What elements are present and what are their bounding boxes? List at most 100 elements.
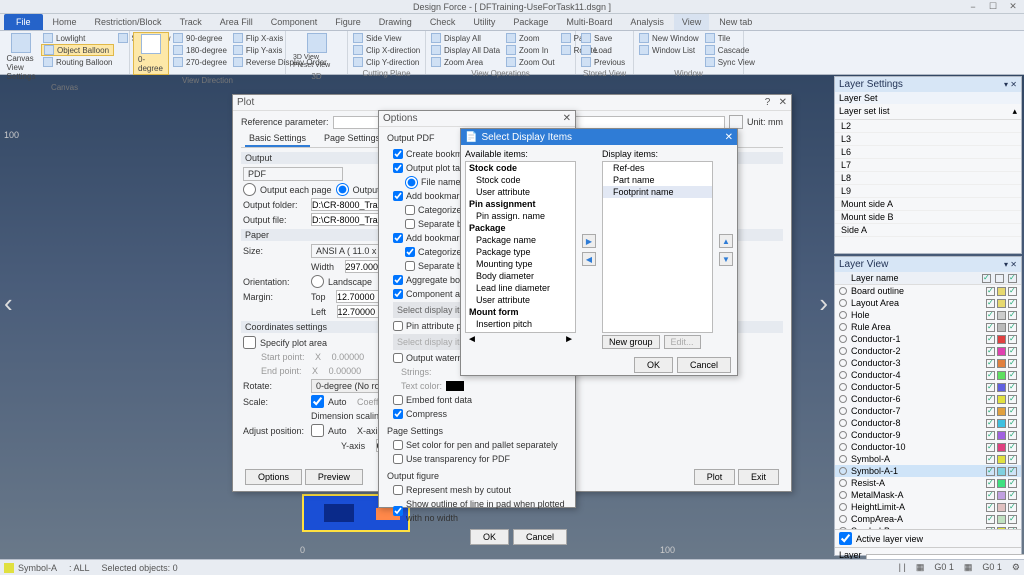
tab-component[interactable]: Component bbox=[263, 14, 326, 30]
available-item[interactable]: Stock code bbox=[466, 174, 575, 186]
3d-preset-button[interactable]: 3D View Preset View bbox=[289, 32, 344, 71]
180-degree-button[interactable]: 180-degree bbox=[171, 44, 229, 56]
display-item[interactable]: Ref-des bbox=[603, 162, 712, 174]
layer-view-row[interactable]: Conductor-9 bbox=[835, 429, 1021, 441]
tab-check[interactable]: Check bbox=[422, 14, 464, 30]
tab-new[interactable]: New tab bbox=[711, 14, 760, 30]
available-item[interactable]: Package name bbox=[466, 234, 575, 246]
tab-areafill[interactable]: Area Fill bbox=[212, 14, 261, 30]
move-right-icon[interactable]: ▶ bbox=[582, 234, 596, 248]
display-all-button[interactable]: Display All bbox=[429, 32, 502, 44]
tab-view[interactable]: View bbox=[674, 14, 709, 30]
panel-dropdown-icon[interactable]: ▾ ✕ bbox=[1004, 260, 1017, 269]
move-left-icon[interactable]: ◀ bbox=[582, 252, 596, 266]
transparency-check[interactable] bbox=[393, 454, 403, 464]
available-item[interactable]: Insertion pitch bbox=[466, 318, 575, 330]
zoom-area-button[interactable]: Zoom Area bbox=[429, 56, 502, 68]
filename-radio[interactable] bbox=[405, 176, 418, 189]
options-ok-button[interactable]: OK bbox=[470, 529, 509, 545]
tab-analysis[interactable]: Analysis bbox=[622, 14, 672, 30]
tab-utility[interactable]: Utility bbox=[465, 14, 503, 30]
zoom-in-button[interactable]: Zoom In bbox=[504, 44, 557, 56]
270-degree-button[interactable]: 270-degree bbox=[171, 56, 229, 68]
sep1-check[interactable] bbox=[405, 219, 415, 229]
move-down-icon[interactable]: ▼ bbox=[719, 252, 733, 266]
sync-view-button[interactable]: Sync View bbox=[703, 56, 757, 68]
display-item[interactable]: Part name bbox=[603, 174, 712, 186]
new-window-button[interactable]: New Window bbox=[637, 32, 701, 44]
layer-view-row[interactable]: Conductor-2 bbox=[835, 345, 1021, 357]
layer-view-row[interactable]: CompArea-A bbox=[835, 513, 1021, 525]
agg-check[interactable] bbox=[393, 275, 403, 285]
available-item[interactable]: Package type bbox=[466, 246, 575, 258]
new-group-button[interactable]: New group bbox=[602, 335, 660, 349]
layer-set-sort-icon[interactable]: ▴ bbox=[1012, 106, 1017, 117]
compress-check[interactable] bbox=[393, 409, 403, 419]
layer-set-row[interactable]: L3 bbox=[835, 133, 1021, 146]
plot-button[interactable]: Plot bbox=[694, 469, 736, 485]
layer-view-row[interactable]: Symbol-B bbox=[835, 525, 1021, 529]
load-view-button[interactable]: Load bbox=[579, 44, 627, 56]
layer-set-row[interactable]: Side A bbox=[835, 224, 1021, 237]
specify-plot-area-check[interactable] bbox=[243, 336, 256, 349]
available-items-list[interactable]: Stock codeStock codeUser attributePin as… bbox=[465, 161, 576, 333]
layer-view-row[interactable]: Symbol-A-1 bbox=[835, 465, 1021, 477]
output-format-select[interactable]: PDF bbox=[243, 167, 343, 181]
preview-button[interactable]: Preview bbox=[305, 469, 363, 485]
sdi-cancel-button[interactable]: Cancel bbox=[677, 357, 731, 373]
options-button[interactable]: Options bbox=[245, 469, 302, 485]
zoom-button[interactable]: Zoom bbox=[504, 32, 557, 44]
available-item[interactable]: Body diameter bbox=[466, 270, 575, 282]
tab-home[interactable]: Home bbox=[45, 14, 85, 30]
display-items-list[interactable]: Ref-desPart nameFootprint name bbox=[602, 161, 713, 333]
zoom-out-button[interactable]: Zoom Out bbox=[504, 56, 557, 68]
edit-button[interactable]: Edit... bbox=[664, 335, 701, 349]
layer-view-row[interactable]: Symbol-A bbox=[835, 453, 1021, 465]
display-item[interactable]: Footprint name bbox=[603, 186, 712, 198]
layer-view-row[interactable]: Conductor-10 bbox=[835, 441, 1021, 453]
available-item[interactable]: Lead line diameter bbox=[466, 282, 575, 294]
options-close-icon[interactable]: ✕ bbox=[563, 113, 571, 124]
active-layer-check[interactable] bbox=[839, 532, 852, 545]
output-target-check[interactable] bbox=[393, 163, 403, 173]
output-all-radio[interactable] bbox=[336, 183, 349, 196]
add-bm2-check[interactable] bbox=[393, 233, 403, 243]
tab-track[interactable]: Track bbox=[172, 14, 210, 30]
minimize-icon[interactable]: − bbox=[964, 1, 982, 13]
text-color-swatch[interactable] bbox=[446, 381, 464, 391]
pinattr-check[interactable] bbox=[393, 321, 403, 331]
tab-figure[interactable]: Figure bbox=[327, 14, 369, 30]
plot-close-icon[interactable]: ? ✕ bbox=[765, 97, 787, 108]
previous-view-button[interactable]: Previous bbox=[579, 56, 627, 68]
cat2-check[interactable] bbox=[405, 247, 415, 257]
object-balloon-button[interactable]: Object Balloon bbox=[41, 44, 114, 56]
status-settings-icon[interactable]: ⚙ bbox=[1012, 562, 1020, 573]
layer-view-row[interactable]: Conductor-4 bbox=[835, 369, 1021, 381]
scroll-left-icon[interactable]: ◄ bbox=[467, 334, 477, 345]
watermark-check[interactable] bbox=[393, 353, 403, 363]
90-degree-button[interactable]: 90-degree bbox=[171, 32, 229, 44]
layer-view-row[interactable]: Conductor-7 bbox=[835, 405, 1021, 417]
layer-view-row[interactable]: Resist-A bbox=[835, 477, 1021, 489]
layer-view-row[interactable]: Board outline bbox=[835, 285, 1021, 297]
window-list-button[interactable]: Window List bbox=[637, 44, 701, 56]
save-view-button[interactable]: Save bbox=[579, 32, 627, 44]
embed-font-check[interactable] bbox=[393, 395, 403, 405]
nav-left-icon[interactable]: ‹ bbox=[4, 288, 13, 319]
close-icon[interactable]: ✕ bbox=[1004, 1, 1022, 13]
output-each-radio[interactable] bbox=[243, 183, 256, 196]
sdi-close-icon[interactable]: ✕ bbox=[725, 132, 733, 143]
tile-button[interactable]: Tile bbox=[703, 32, 757, 44]
canvas-view-settings[interactable]: Canvas View Settings bbox=[3, 32, 39, 82]
layer-set-row[interactable]: L7 bbox=[835, 159, 1021, 172]
cascade-button[interactable]: Cascade bbox=[703, 44, 757, 56]
mesh-check[interactable] bbox=[393, 485, 403, 495]
sdi-ok-button[interactable]: OK bbox=[634, 357, 673, 373]
available-item[interactable]: User attribute bbox=[466, 186, 575, 198]
layer-view-row[interactable]: Rule Area bbox=[835, 321, 1021, 333]
exit-button[interactable]: Exit bbox=[738, 469, 779, 485]
layer-view-row[interactable]: Hole bbox=[835, 309, 1021, 321]
display-all-data-button[interactable]: Display All Data bbox=[429, 44, 502, 56]
sep2-check[interactable] bbox=[405, 261, 415, 271]
layer-set-row[interactable]: L2 bbox=[835, 120, 1021, 133]
